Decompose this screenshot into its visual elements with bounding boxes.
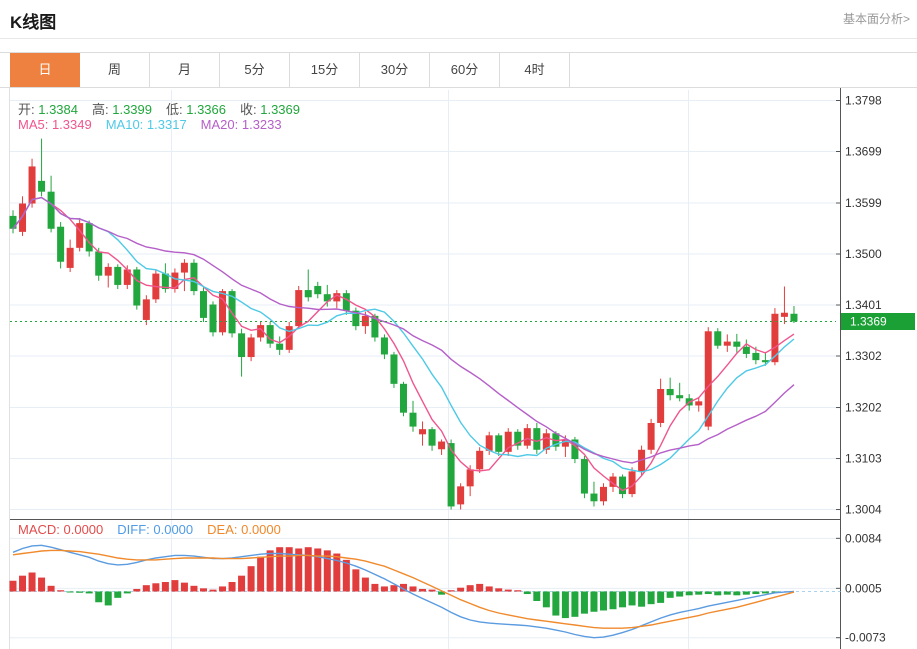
tab-month[interactable]: 月: [150, 53, 220, 87]
legend-value: 1.3384: [34, 102, 78, 117]
svg-text:1.3302: 1.3302: [845, 349, 882, 363]
svg-text:1.3202: 1.3202: [845, 401, 882, 415]
legend-value: 1.3366: [182, 102, 226, 117]
page-title: K线图: [10, 13, 57, 32]
macd-pane: [9, 544, 841, 639]
svg-text:1.3599: 1.3599: [845, 196, 882, 210]
svg-text:1.3369: 1.3369: [850, 315, 887, 329]
header-divider: [0, 38, 917, 39]
legend-value: 1.3317: [143, 117, 187, 132]
legend-value: 1.3233: [238, 117, 282, 132]
legend-label: 高:: [92, 102, 109, 117]
legend-value: 0.0000: [149, 522, 194, 537]
ma5-line: [12, 196, 795, 492]
tab-5min[interactable]: 5分: [220, 53, 290, 87]
legend-value: 1.3369: [256, 102, 300, 117]
current-price-badge: 1.3369: [841, 313, 915, 330]
timeframe-tabs: 日周月 5分 15分 30分 60分 4时: [0, 52, 917, 88]
ohlc-legend: 开: 1.3384 高: 1.3399 低: 1.3366 收: 1.3369: [18, 99, 300, 118]
svg-text:1.3004: 1.3004: [845, 503, 882, 517]
legend-value: 1.3399: [108, 102, 152, 117]
ma20-line: [12, 196, 795, 464]
svg-text:1.3500: 1.3500: [845, 247, 882, 261]
tab-day[interactable]: 日: [10, 53, 80, 87]
ma10-line: [12, 196, 795, 473]
legend-label: MA20:: [200, 117, 239, 132]
ma-legend: MA5: 1.3349 MA10: 1.3317 MA20: 1.3233: [18, 117, 282, 132]
legend-label: MA5:: [18, 117, 49, 132]
fundamental-analysis-link[interactable]: 基本面分析>: [843, 10, 910, 27]
tab-30min[interactable]: 30分: [360, 53, 430, 87]
svg-text:1.3798: 1.3798: [845, 94, 882, 108]
candlestick-pane: [9, 138, 836, 510]
kline-page: K线图 基本面分析> 日周月 5分 15分 30分 60分 4时 1.3369 1.3798…: [0, 0, 917, 649]
svg-text:1.3699: 1.3699: [845, 145, 882, 159]
tab-4hour[interactable]: 4时: [500, 53, 570, 87]
legend-label: DIFF:: [117, 522, 150, 537]
legend-label: MA10:: [105, 117, 144, 132]
legend-label: 开:: [18, 102, 35, 117]
macd-legend: MACD: 0.0000 DIFF: 0.0000 DEA: 0.0000: [18, 522, 281, 537]
svg-text:0.0084: 0.0084: [845, 531, 882, 545]
svg-text:1.3401: 1.3401: [845, 298, 882, 312]
legend-label: MACD:: [18, 522, 60, 537]
legend-value: 0.0000: [237, 522, 281, 537]
legend-label: 低:: [166, 102, 183, 117]
grid-lines: [9, 88, 841, 649]
legend-label: DEA:: [207, 522, 238, 537]
tab-60min[interactable]: 60分: [430, 53, 500, 87]
tab-15min[interactable]: 15分: [290, 53, 360, 87]
tab-week[interactable]: 周: [80, 53, 150, 87]
kline-chart: 1.3369 1.3798 1.3699 1.3599 1.3500 1.3401 1.33…: [9, 88, 915, 649]
svg-text:0.0005: 0.0005: [845, 581, 882, 595]
svg-text:-0.0073: -0.0073: [845, 631, 886, 645]
legend-value: 1.3349: [48, 117, 92, 132]
svg-text:1.3103: 1.3103: [845, 452, 882, 466]
legend-value: 0.0000: [59, 522, 104, 537]
legend-label: 收:: [240, 102, 257, 117]
